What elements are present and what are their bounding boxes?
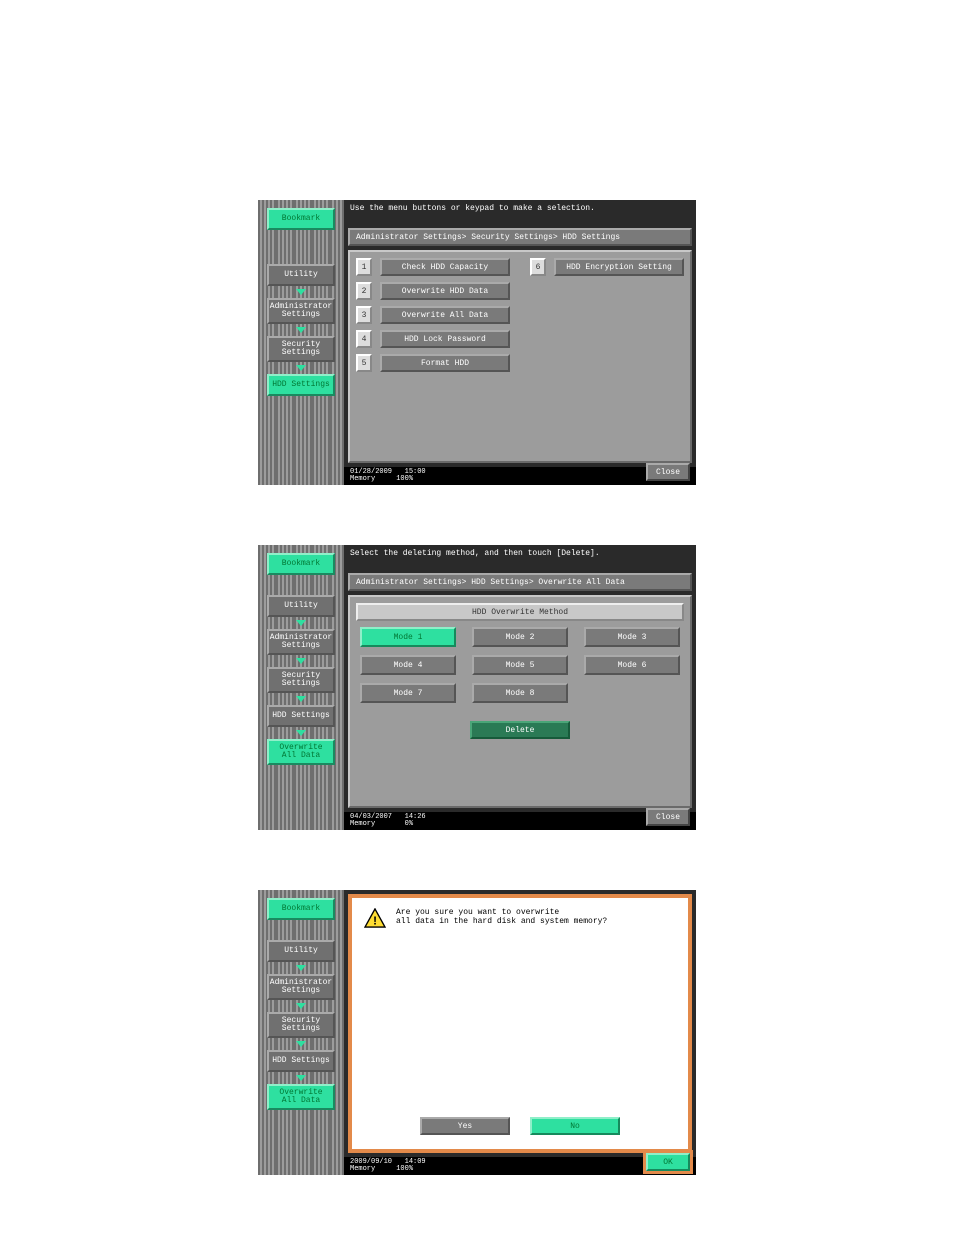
mode-panel: HDD Overwrite Method Mode 1 Mode 2 Mode … <box>348 595 692 808</box>
menu-overwrite-hdd-data[interactable]: Overwrite HDD Data <box>380 282 510 300</box>
sidebar-item-security-settings[interactable]: Security Settings <box>267 336 335 362</box>
status-mem-label: Memory <box>350 820 375 828</box>
sidebar-item-overwrite-all-data[interactable]: Overwrite All Data <box>267 1084 335 1110</box>
sidebar-item-hdd-settings[interactable]: HDD Settings <box>267 705 335 727</box>
mode-7-button[interactable]: Mode 7 <box>360 683 456 703</box>
sidebar-item-utility[interactable]: Utility <box>267 595 335 617</box>
chevron-down-icon <box>296 365 306 371</box>
breadcrumb: Administrator Settings> HDD Settings> Ov… <box>348 573 692 591</box>
menu-number: 2 <box>356 282 372 300</box>
main-panel: ! Are you sure you want to overwrite all… <box>344 890 696 1175</box>
ok-button[interactable]: OK <box>646 1153 690 1171</box>
sidebar: Bookmark Utility Administrator Settings … <box>258 200 344 485</box>
bookmark-button[interactable]: Bookmark <box>267 208 335 230</box>
status-mem-label: Memory <box>350 475 375 483</box>
mode-4-button[interactable]: Mode 4 <box>360 655 456 675</box>
chevron-down-icon <box>296 658 306 664</box>
bookmark-button[interactable]: Bookmark <box>267 898 335 920</box>
sidebar-item-admin-settings[interactable]: Administrator Settings <box>267 298 335 324</box>
no-button[interactable]: No <box>530 1117 620 1135</box>
prompt-text: Select the deleting method, and then tou… <box>344 545 696 573</box>
sidebar-item-admin-settings[interactable]: Administrator Settings <box>267 974 335 1000</box>
prompt-text: Use the menu buttons or keypad to make a… <box>344 200 696 228</box>
sidebar-item-hdd-settings[interactable]: HDD Settings <box>267 1050 335 1072</box>
menu-panel: 1 Check HDD Capacity 2 Overwrite HDD Dat… <box>348 250 692 463</box>
svg-text:!: ! <box>371 914 378 928</box>
menu-hdd-encryption-setting[interactable]: HDD Encryption Setting <box>554 258 684 276</box>
mode-5-button[interactable]: Mode 5 <box>472 655 568 675</box>
status-bar: 01/28/2009 15:00 Memory 100% Close <box>344 467 696 485</box>
sidebar-item-security-settings[interactable]: Security Settings <box>267 667 335 693</box>
mode-1-button[interactable]: Mode 1 <box>360 627 456 647</box>
delete-button[interactable]: Delete <box>470 721 570 739</box>
warning-icon: ! <box>364 908 386 928</box>
menu-number: 3 <box>356 306 372 324</box>
chevron-down-icon <box>296 696 306 702</box>
sidebar-item-admin-settings[interactable]: Administrator Settings <box>267 629 335 655</box>
status-mem-value: 100% <box>396 1165 413 1173</box>
menu-check-hdd-capacity[interactable]: Check HDD Capacity <box>380 258 510 276</box>
status-bar: 2009/09/10 14:09 Memory 100% OK <box>344 1157 696 1175</box>
main-panel: Select the deleting method, and then tou… <box>344 545 696 830</box>
mode-8-button[interactable]: Mode 8 <box>472 683 568 703</box>
menu-number: 6 <box>530 258 546 276</box>
screen-confirm-overwrite: Bookmark Utility Administrator Settings … <box>258 890 696 1175</box>
chevron-down-icon <box>296 1075 306 1081</box>
status-bar: 04/03/2007 14:26 Memory 0% Close <box>344 812 696 830</box>
close-button[interactable]: Close <box>646 463 690 481</box>
sidebar-item-security-settings[interactable]: Security Settings <box>267 1012 335 1038</box>
sidebar-item-hdd-settings[interactable]: HDD Settings <box>267 374 335 396</box>
sidebar: Bookmark Utility Administrator Settings … <box>258 890 344 1175</box>
sidebar-item-utility[interactable]: Utility <box>267 264 335 286</box>
close-button[interactable]: Close <box>646 808 690 826</box>
yes-button[interactable]: Yes <box>420 1117 510 1135</box>
screen-hdd-settings: Bookmark Utility Administrator Settings … <box>258 200 696 485</box>
menu-number: 1 <box>356 258 372 276</box>
bookmark-button[interactable]: Bookmark <box>267 553 335 575</box>
confirm-dialog: ! Are you sure you want to overwrite all… <box>348 894 692 1153</box>
mode-2-button[interactable]: Mode 2 <box>472 627 568 647</box>
chevron-down-icon <box>296 289 306 295</box>
chevron-down-icon <box>296 327 306 333</box>
status-mem-value: 0% <box>405 820 413 828</box>
screen-overwrite-all-data: Bookmark Utility Administrator Settings … <box>258 545 696 830</box>
main-panel: Use the menu buttons or keypad to make a… <box>344 200 696 485</box>
menu-number: 5 <box>356 354 372 372</box>
status-mem-value: 100% <box>396 475 413 483</box>
menu-overwrite-all-data[interactable]: Overwrite All Data <box>380 306 510 324</box>
menu-hdd-lock-password[interactable]: HDD Lock Password <box>380 330 510 348</box>
chevron-down-icon <box>296 620 306 626</box>
sidebar: Bookmark Utility Administrator Settings … <box>258 545 344 830</box>
mode-3-button[interactable]: Mode 3 <box>584 627 680 647</box>
chevron-down-icon <box>296 1041 306 1047</box>
section-title: HDD Overwrite Method <box>356 603 684 621</box>
menu-number: 4 <box>356 330 372 348</box>
chevron-down-icon <box>296 730 306 736</box>
status-mem-label: Memory <box>350 1165 375 1173</box>
dialog-message: Are you sure you want to overwrite all d… <box>396 908 607 926</box>
mode-6-button[interactable]: Mode 6 <box>584 655 680 675</box>
chevron-down-icon <box>296 965 306 971</box>
sidebar-item-utility[interactable]: Utility <box>267 940 335 962</box>
chevron-down-icon <box>296 1003 306 1009</box>
breadcrumb: Administrator Settings> Security Setting… <box>348 228 692 246</box>
menu-format-hdd[interactable]: Format HDD <box>380 354 510 372</box>
sidebar-item-overwrite-all-data[interactable]: Overwrite All Data <box>267 739 335 765</box>
